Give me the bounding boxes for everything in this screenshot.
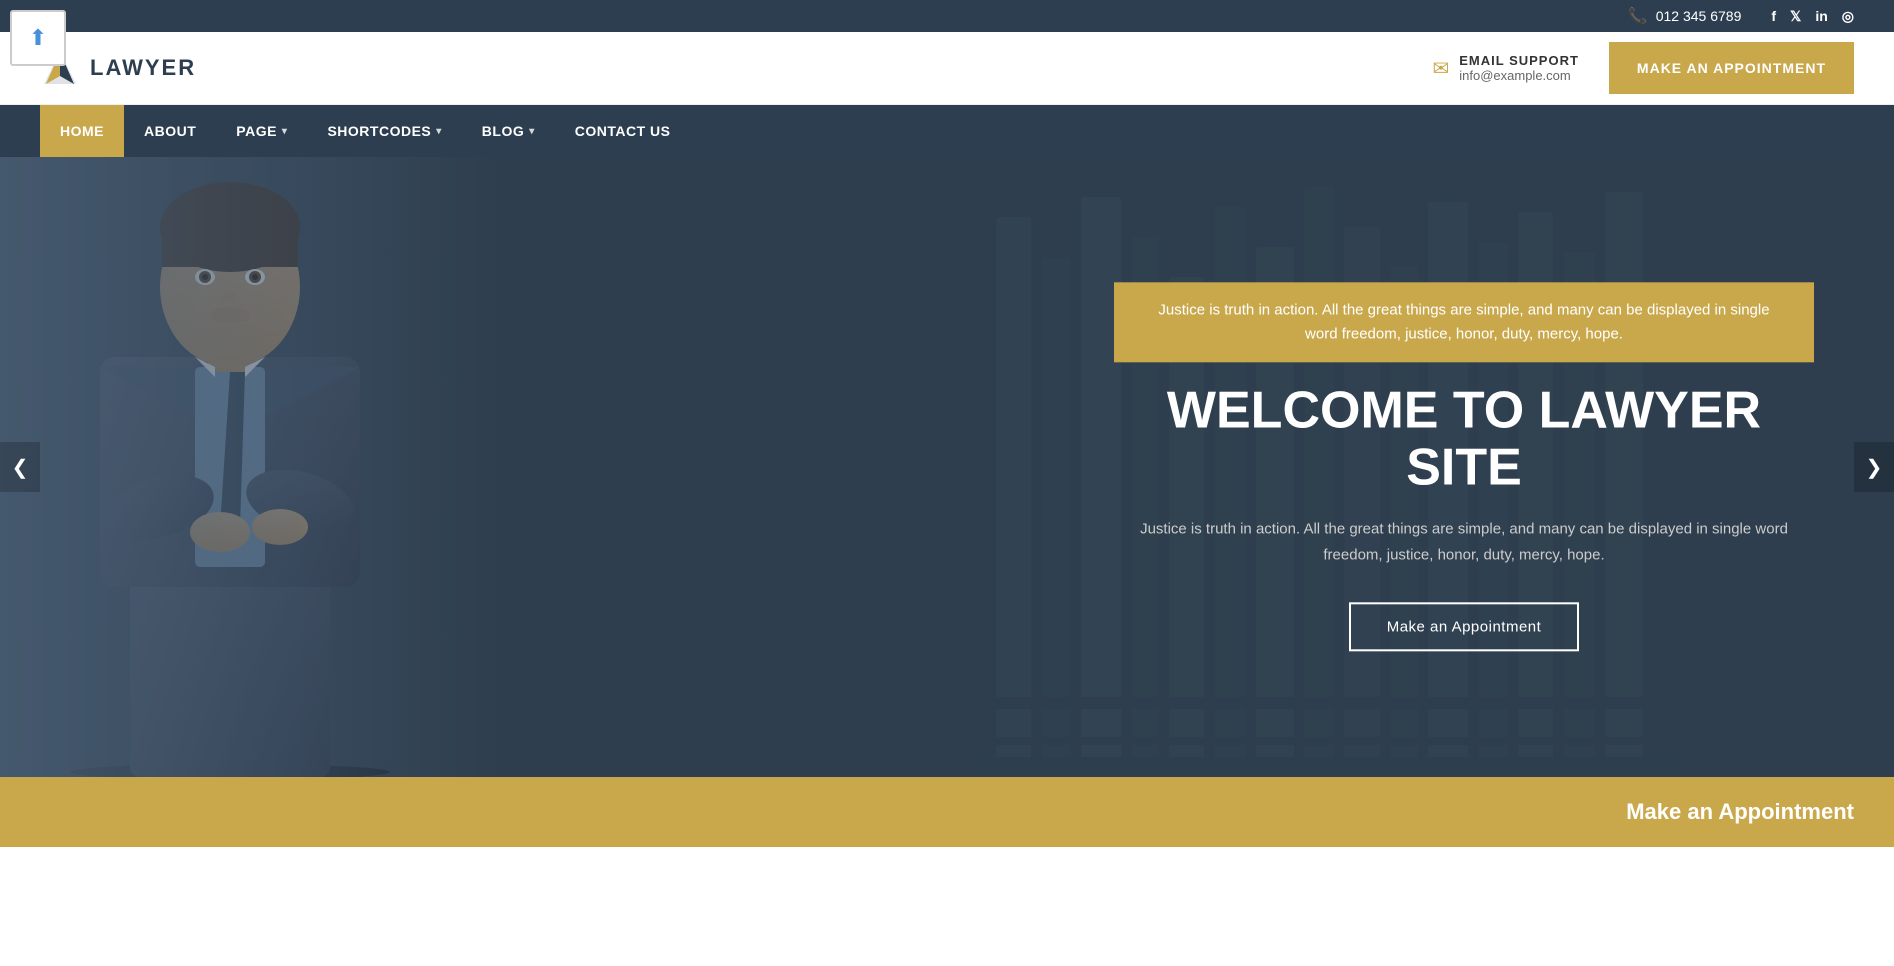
hero-tagline-box: Justice is truth in action. All the grea…: [1114, 282, 1814, 362]
hero-section: Justice is truth in action. All the grea…: [0, 157, 1894, 777]
make-appointment-section: Make an Appointment: [0, 777, 1894, 847]
hero-tagline: Justice is truth in action. All the grea…: [1144, 298, 1784, 346]
top-bar: 📞 012 345 6789 f 𝕏 in ◎: [0, 0, 1894, 32]
logo-text: LAWYER: [90, 55, 196, 81]
blog-chevron-icon: ▾: [529, 126, 535, 137]
hero-person: [0, 157, 520, 777]
nav-item-home[interactable]: HOME: [40, 105, 124, 157]
slider-next-button[interactable]: ❯: [1854, 442, 1894, 492]
hero-content: Justice is truth in action. All the grea…: [1114, 282, 1814, 651]
hero-cta-button[interactable]: Make an Appointment: [1349, 603, 1580, 652]
upload-icon: ⬆: [29, 25, 47, 51]
phone-icon: 📞: [1628, 6, 1648, 26]
slider-prev-button[interactable]: ❮: [0, 442, 40, 492]
nav-item-contact[interactable]: CONTACT US: [555, 105, 691, 157]
email-address: info@example.com: [1459, 68, 1579, 83]
envelope-icon: ✉: [1432, 56, 1449, 81]
nav-item-page[interactable]: PAGE ▾: [216, 105, 307, 157]
page-chevron-icon: ▾: [282, 126, 288, 137]
phone-number: 012 345 6789: [1656, 8, 1742, 24]
email-contact: ✉ EMAIL SUPPORT info@example.com: [1432, 53, 1578, 83]
header-right: ✉ EMAIL SUPPORT info@example.com MAKE AN…: [1432, 42, 1854, 94]
twitter-link[interactable]: 𝕏: [1790, 8, 1801, 25]
instagram-link[interactable]: ◎: [1842, 8, 1854, 25]
facebook-link[interactable]: f: [1771, 8, 1776, 24]
social-links: f 𝕏 in ◎: [1771, 8, 1854, 25]
upload-button[interactable]: ⬆: [10, 10, 66, 66]
email-support-label: EMAIL SUPPORT: [1459, 53, 1579, 68]
main-nav: HOME ABOUT PAGE ▾ SHORTCODES ▾ BLOG ▾ CO…: [0, 105, 1894, 157]
shortcodes-chevron-icon: ▾: [436, 126, 442, 137]
contact-info: EMAIL SUPPORT info@example.com: [1459, 53, 1579, 83]
chevron-right-icon: ❯: [1866, 455, 1883, 480]
make-appointment-text: Make an Appointment: [1626, 799, 1854, 825]
linkedin-link[interactable]: in: [1815, 8, 1827, 24]
nav-item-shortcodes[interactable]: SHORTCODES ▾: [307, 105, 461, 157]
make-appointment-header-button[interactable]: MAKE AN APPOINTMENT: [1609, 42, 1854, 94]
hero-title: WELCOME TO LAWYER SITE: [1114, 382, 1814, 496]
hero-subtitle: Justice is truth in action. All the grea…: [1114, 517, 1814, 568]
chevron-left-icon: ❮: [12, 455, 29, 480]
phone-contact: 📞 012 345 6789: [1628, 6, 1742, 26]
nav-item-about[interactable]: ABOUT: [124, 105, 216, 157]
site-header: LAWYER ✉ EMAIL SUPPORT info@example.com …: [0, 32, 1894, 105]
nav-item-blog[interactable]: BLOG ▾: [462, 105, 555, 157]
